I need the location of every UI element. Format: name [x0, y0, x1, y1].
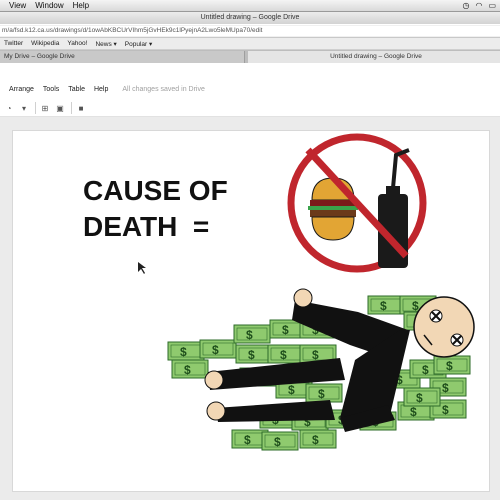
dollar-bill-icon: $: [305, 383, 343, 403]
svg-text:$: $: [180, 345, 187, 359]
svg-text:$: $: [442, 403, 449, 417]
svg-text:$: $: [244, 433, 251, 447]
burger-icon: [308, 177, 358, 241]
svg-text:$: $: [274, 435, 281, 449]
svg-text:$: $: [318, 387, 325, 401]
drawing-shapes: $$$$$$$$$$$$$$$$$$$$$$$$$$$$$$: [138, 133, 475, 451]
svg-text:$: $: [446, 359, 453, 373]
svg-text:$: $: [422, 363, 429, 377]
dollar-bill-icon: $: [403, 387, 441, 407]
dollar-bill-icon: $: [171, 359, 209, 379]
svg-text:$: $: [312, 433, 319, 447]
dollar-bill-icon: $: [367, 295, 405, 315]
svg-text:$: $: [288, 383, 295, 397]
dollar-bill-icon: $: [233, 324, 271, 344]
svg-text:$: $: [416, 391, 423, 405]
dollar-bill-icon: $: [433, 355, 471, 375]
dollar-bill-icon: $: [199, 339, 237, 359]
svg-text:$: $: [442, 381, 449, 395]
dollar-bill-icon: $: [267, 344, 305, 364]
svg-text:$: $: [246, 328, 253, 342]
svg-text:$: $: [212, 343, 219, 357]
svg-text:$: $: [248, 348, 255, 362]
mouse-cursor-icon: [138, 262, 146, 274]
svg-text:$: $: [410, 405, 417, 419]
dollar-bill-icon: $: [261, 431, 299, 451]
svg-text:$: $: [312, 348, 319, 362]
svg-text:$: $: [380, 299, 387, 313]
no-junk-food-sign[interactable]: [287, 133, 427, 273]
dollar-bill-icon: $: [167, 341, 205, 361]
dollar-bill-icon: $: [299, 429, 337, 449]
svg-text:$: $: [282, 323, 289, 337]
dollar-bill-icon: $: [235, 344, 273, 364]
svg-text:$: $: [280, 348, 287, 362]
svg-text:$: $: [184, 363, 191, 377]
